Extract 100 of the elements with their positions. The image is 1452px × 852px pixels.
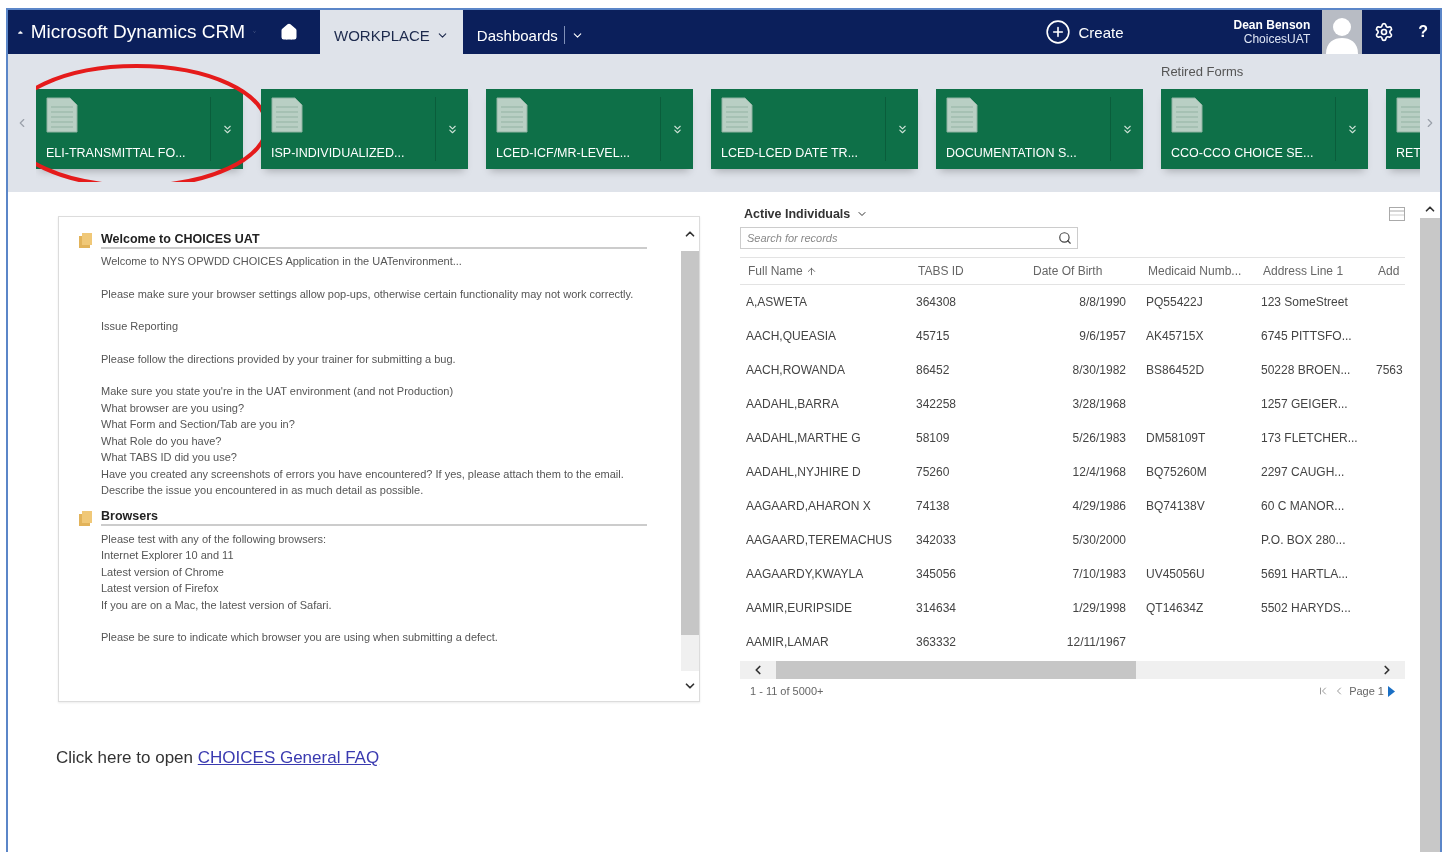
table-cell-text: 2297 CAUGH...	[1260, 465, 1346, 479]
table-cell-text: AK45715X	[1145, 329, 1205, 343]
table-cell-text: 12/11/1967	[1065, 635, 1127, 649]
form-tile[interactable]: ISP-INDIVIDUALIZED...	[261, 89, 468, 169]
column-header[interactable]: Full Name	[740, 264, 910, 278]
table-cell-text: 4/29/1986	[1071, 499, 1127, 513]
column-header[interactable]: Medicaid Numb...	[1140, 264, 1255, 278]
table-cell-text: 86452	[915, 363, 951, 377]
table-cell-text: 7563	[1375, 363, 1404, 377]
table-cell-text: AADAHL,BARRA	[745, 397, 840, 411]
table-cell-text: 45715	[915, 329, 951, 343]
column-header[interactable]: Date Of Birth	[1025, 264, 1140, 278]
table-cell-text: 342258	[915, 397, 958, 411]
column-header[interactable]: Address Line 1	[1255, 264, 1370, 278]
table-cell-text: 8/30/1982	[1071, 363, 1127, 377]
document-icon	[496, 97, 528, 133]
folder-icon	[77, 508, 95, 527]
table-cell-text: AACH,QUEASIA	[745, 329, 838, 343]
document-icon	[721, 97, 753, 133]
scrollbar-thumb[interactable]	[776, 661, 1136, 679]
home-icon[interactable]	[280, 23, 298, 41]
plus-icon[interactable]	[1044, 19, 1071, 45]
text-line: Have you created any screenshots of errors you have encountered? If yes, please attach them to the email.	[101, 466, 625, 482]
text-line: Please be sure to indicate which browser you are using when submitting a defect.	[101, 630, 499, 645]
group-label: Retired Forms	[1161, 64, 1245, 81]
column-header[interactable]: TABS ID	[910, 264, 1025, 278]
table-cell-text: AAMIR,EURIPSIDE	[745, 601, 854, 615]
document-icon	[1396, 97, 1420, 133]
scrollbar-thumb[interactable]	[681, 251, 699, 635]
form-tile[interactable]: LCED-LCED DATE TR...	[711, 89, 918, 169]
nav-tab[interactable]: WORKPLACE	[320, 10, 463, 54]
form-tile[interactable]: ELI-TRANSMITTAL FO...	[36, 89, 243, 169]
text-line: Make sure you state you're in the UAT environment (and not Production)	[101, 384, 455, 399]
text-line: Please make sure your browser settings allow pop-ups, otherwise certain functionality may not work correctly.	[101, 286, 635, 302]
table-cell-text: 5/26/1983	[1071, 431, 1127, 445]
text-line: What Form and Section/Tab are you in?	[101, 417, 296, 432]
faq-link[interactable]: CHOICES General FAQ	[197, 748, 380, 767]
table-cell-text: 364308	[915, 295, 958, 309]
table-cell-text: AADAHL,NYJHIRE D	[745, 465, 862, 479]
faq-text: Click here to open CHOICES General FAQ	[56, 748, 381, 768]
text-line: Latest version of Chrome	[101, 564, 225, 580]
table-cell-text: PQ55422J	[1145, 295, 1204, 309]
app-title[interactable]: Microsoft Dynamics CRM	[30, 21, 245, 43]
folder-icon	[77, 231, 95, 249]
text-line: If you are on a Mac, the latest version of Safari.	[101, 597, 333, 613]
create-button[interactable]: Create	[1044, 10, 1154, 54]
table-cell-text: 1/29/1998	[1071, 601, 1127, 615]
scrollbar-thumb[interactable]	[1420, 218, 1440, 852]
form-tile[interactable]: CCO-CCO CHOICE SE...	[1161, 89, 1368, 169]
table-cell-text: 1257 GEIGER...	[1260, 397, 1349, 411]
table-cell-text: UV45056U	[1145, 567, 1206, 581]
text-line: What Role do you have?	[101, 433, 223, 449]
table-cell-text: 5/30/2000	[1071, 533, 1127, 547]
column-header[interactable]: Add	[1370, 264, 1405, 278]
view-selector[interactable]: Active Individuals	[740, 207, 873, 221]
table-cell-text: 173 FLETCHER...	[1260, 431, 1359, 445]
text-line: What TABS ID did you use?	[101, 450, 238, 465]
table-cell-text: 58109	[915, 431, 951, 445]
table-cell-text: AADAHL,MARTHE G	[745, 431, 862, 445]
form-tile[interactable]: RET	[1386, 89, 1420, 169]
form-tile[interactable]: LCED-ICF/MR-LEVEL...	[486, 89, 693, 169]
scroll-up-button[interactable]	[681, 217, 699, 251]
table-cell-text: 342033	[915, 533, 958, 547]
table-cell-text: AAGAARD,AHARON X	[745, 499, 872, 513]
table-cell-text: AAGAARD,TEREMACHUS	[745, 533, 894, 547]
table-cell-text: BS86452D	[1145, 363, 1206, 377]
table-cell-text: 5691 HARTLA...	[1260, 567, 1350, 581]
settings-icon[interactable]	[1374, 22, 1395, 42]
table-cell-text: 8/8/1990	[1078, 295, 1127, 309]
next-page-button[interactable]	[1388, 685, 1395, 697]
table-cell-text: AAGAARDY,KWAYLA	[745, 567, 865, 581]
scroll-down-button[interactable]	[681, 671, 699, 701]
avatar[interactable]	[1322, 10, 1363, 54]
table-cell-text: 7/10/1983	[1071, 567, 1127, 581]
table-cell-text: 5502 HARYDS...	[1260, 601, 1352, 615]
help-button[interactable]: ?	[1406, 10, 1440, 54]
nav-tab[interactable]: Dashboards	[462, 10, 598, 54]
table-cell-text: BQ75260M	[1145, 465, 1208, 479]
document-icon	[946, 97, 978, 133]
text-line: Describe the issue you encountered in as much detail as possible.	[101, 483, 425, 498]
search-icon[interactable]	[1058, 231, 1072, 245]
table-cell-text: 60 C MANOR...	[1260, 499, 1346, 513]
table-cell-text: P.O. BOX 280...	[1260, 533, 1347, 547]
text-line: Internet Explorer 10 and 11	[101, 548, 235, 563]
record-count: 1 - 11 of 5000+	[750, 685, 824, 697]
section-title: Browsers	[101, 509, 647, 526]
table-cell-text: BQ74138V	[1145, 499, 1206, 513]
search-field[interactable]: Search for records	[740, 227, 1078, 249]
table-cell-text: AACH,ROWANDA	[745, 363, 846, 377]
table-cell-text: 9/6/1957	[1078, 329, 1127, 343]
text-line: Please follow the directions provided by your trainer for submitting a bug.	[101, 351, 457, 367]
table-cell-text: 3/28/1968	[1071, 397, 1127, 411]
table-cell-text: 6745 PITTSFO...	[1260, 329, 1353, 343]
table-cell-text: 314634	[915, 601, 958, 615]
page-number: Page 1	[1349, 685, 1384, 697]
form-tile[interactable]: DOCUMENTATION S...	[936, 89, 1143, 169]
table-cell-text: 74138	[915, 499, 951, 513]
table-cell-text: AAMIR,LAMAR	[745, 635, 830, 649]
document-icon	[46, 97, 78, 133]
sort-arrow-icon	[805, 265, 817, 277]
